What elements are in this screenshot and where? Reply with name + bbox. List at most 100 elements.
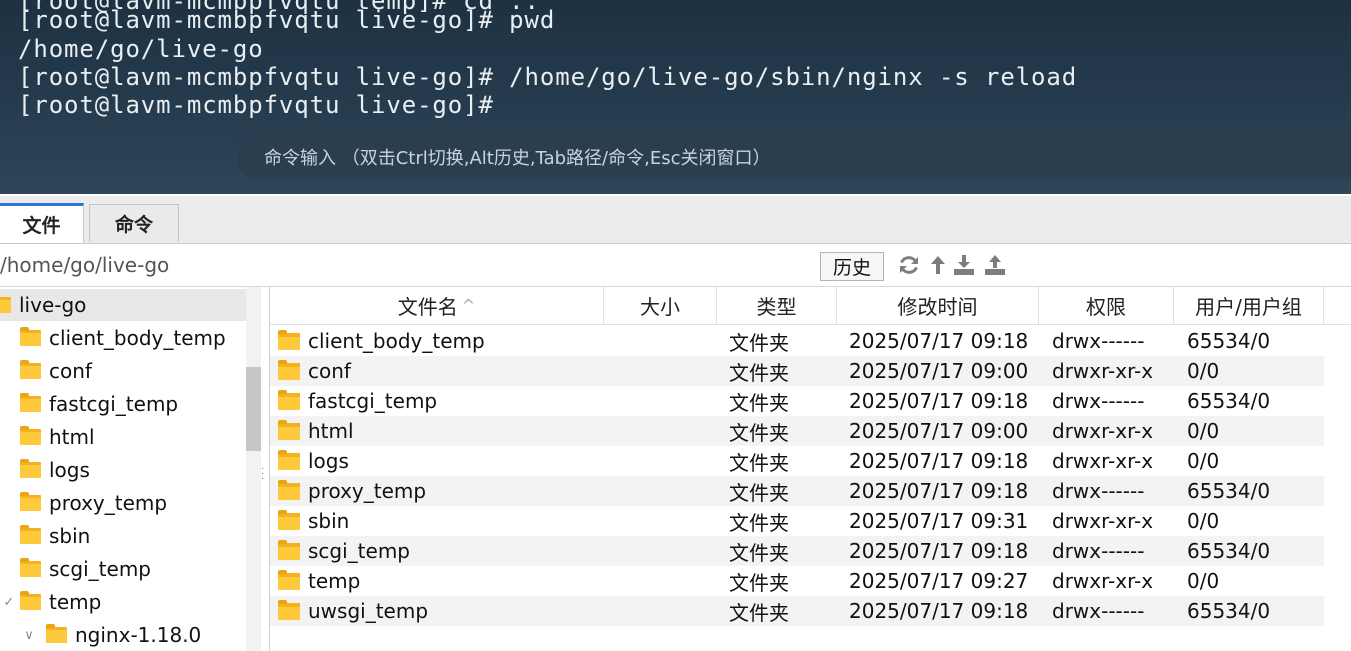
file-name: scgi_temp <box>308 539 410 563</box>
file-owner: 0/0 <box>1187 359 1220 383</box>
refresh-icon[interactable] <box>897 253 921 277</box>
table-row[interactable]: uwsgi_temp 文件夹 2025/07/17 09:18 drwx----… <box>270 596 1324 626</box>
up-icon[interactable] <box>926 253 950 277</box>
file-type: 文件夹 <box>729 570 789 595</box>
tree-item-label: nginx-1.18.0 <box>75 623 202 647</box>
file-type: 文件夹 <box>729 330 789 355</box>
table-row[interactable]: conf 文件夹 2025/07/17 09:00 drwxr-xr-x 0/0 <box>270 356 1324 386</box>
file-type: 文件夹 <box>729 480 789 505</box>
tree-item-label: client_body_temp <box>49 326 226 350</box>
file-name: sbin <box>308 509 350 533</box>
table-row[interactable]: sbin 文件夹 2025/07/17 09:31 drwxr-xr-x 0/0 <box>270 506 1324 536</box>
column-header-permissions[interactable]: 权限 <box>1039 287 1174 324</box>
tree-scrollbar-thumb[interactable] <box>246 367 261 451</box>
path-input[interactable] <box>0 250 815 280</box>
history-button[interactable]: 历史 <box>820 252 884 281</box>
tree-item-expanded[interactable]: ✓ temp <box>0 586 102 618</box>
folder-icon <box>278 329 300 350</box>
file-permissions: drwxr-xr-x <box>1052 419 1154 443</box>
tree-item-label: sbin <box>49 524 91 548</box>
column-header-name[interactable]: 文件名 ^ <box>270 287 604 324</box>
expand-caret-icon[interactable]: ✓ <box>0 595 18 610</box>
folder-icon <box>278 539 300 560</box>
table-row[interactable]: client_body_temp 文件夹 2025/07/17 09:18 dr… <box>270 326 1324 356</box>
file-permissions: drwxr-xr-x <box>1052 509 1154 533</box>
column-header-owner[interactable]: 用户/用户组 <box>1174 287 1324 324</box>
table-row[interactable]: scgi_temp 文件夹 2025/07/17 09:18 drwx-----… <box>270 536 1324 566</box>
tree-item-child[interactable]: ∨ nginx-1.18.0 <box>20 619 201 651</box>
folder-icon <box>278 359 300 380</box>
file-type: 文件夹 <box>729 510 789 535</box>
tab-commands[interactable]: 命令 <box>89 204 179 242</box>
path-bar: 历史 <box>0 244 1351 287</box>
file-type: 文件夹 <box>729 390 789 415</box>
file-name: html <box>308 419 354 443</box>
tab-bar: 文件 命令 <box>0 196 1351 244</box>
file-mtime: 2025/07/17 09:18 <box>849 599 1029 623</box>
file-mtime: 2025/07/17 09:31 <box>849 509 1029 533</box>
upload-icon[interactable] <box>983 253 1007 277</box>
tree-scrollbar[interactable] <box>246 287 261 651</box>
folder-icon <box>20 591 41 610</box>
file-type: 文件夹 <box>729 600 789 625</box>
table-row[interactable]: proxy_temp 文件夹 2025/07/17 09:18 drwx----… <box>270 476 1324 506</box>
tree-item-label: fastcgi_temp <box>49 392 179 416</box>
tree-item[interactable]: client_body_temp <box>20 322 226 354</box>
folder-icon <box>20 393 41 412</box>
file-permissions: drwxr-xr-x <box>1052 359 1154 383</box>
folder-icon <box>20 492 41 511</box>
file-owner: 0/0 <box>1187 449 1220 473</box>
file-owner: 65534/0 <box>1187 389 1271 413</box>
file-list-header: 文件名 ^ 大小 类型 修改时间 权限 用户/用户组 <box>270 287 1351 325</box>
table-row[interactable]: temp 文件夹 2025/07/17 09:27 drwxr-xr-x 0/0 <box>270 566 1324 596</box>
folder-icon <box>0 297 11 313</box>
file-name: temp <box>308 569 361 593</box>
folder-icon <box>278 479 300 500</box>
folder-icon <box>278 419 300 440</box>
terminal-line: [root@lavm-mcmbpfvqtu live-go]# <box>18 91 494 119</box>
tree-item[interactable]: logs <box>20 454 90 486</box>
tree-item[interactable]: fastcgi_temp <box>20 388 178 420</box>
tree-item[interactable]: proxy_temp <box>20 487 167 519</box>
folder-icon <box>278 569 300 590</box>
download-icon[interactable] <box>952 253 976 277</box>
file-mtime: 2025/07/17 09:18 <box>849 449 1029 473</box>
column-header-type[interactable]: 类型 <box>717 287 837 324</box>
tree-item[interactable]: html <box>20 421 95 453</box>
tab-files[interactable]: 文件 <box>0 203 84 243</box>
tree-item-label: live-go <box>19 293 87 317</box>
folder-icon <box>20 426 41 445</box>
file-permissions: drwxr-xr-x <box>1052 569 1154 593</box>
pane-splitter[interactable]: · · · <box>261 287 270 651</box>
file-type: 文件夹 <box>729 360 789 385</box>
tree-item[interactable]: scgi_temp <box>20 553 151 585</box>
file-mtime: 2025/07/17 09:00 <box>849 359 1029 383</box>
file-mtime: 2025/07/17 09:18 <box>849 539 1029 563</box>
file-permissions: drwxr-xr-x <box>1052 449 1154 473</box>
terminal-line: [root@lavm-mcmbpfvqtu live-go]# /home/go… <box>18 63 1078 91</box>
table-row[interactable]: fastcgi_temp 文件夹 2025/07/17 09:18 drwx--… <box>270 386 1324 416</box>
file-owner: 65534/0 <box>1187 479 1271 503</box>
chevron-down-icon[interactable]: ∨ <box>20 628 38 643</box>
file-name: uwsgi_temp <box>308 599 429 623</box>
tree-item-root[interactable]: live-go <box>0 289 246 321</box>
file-mtime: 2025/07/17 09:18 <box>849 329 1029 353</box>
file-mtime: 2025/07/17 09:18 <box>849 389 1029 413</box>
file-owner: 0/0 <box>1187 569 1220 593</box>
splitter-grip-icon: · · · <box>261 464 265 485</box>
tree-item-label: logs <box>49 458 90 482</box>
terminal-panel[interactable]: [root@lavm-mcmbpfvqtu temp]# cd .. [root… <box>0 0 1351 194</box>
tree-item-label: scgi_temp <box>49 557 151 581</box>
tree-item-label: temp <box>49 590 102 614</box>
column-header-size[interactable]: 大小 <box>604 287 717 324</box>
file-permissions: drwx------ <box>1052 329 1145 353</box>
tree-item[interactable]: sbin <box>20 520 90 552</box>
column-header-mtime[interactable]: 修改时间 <box>837 287 1039 324</box>
file-name: conf <box>308 359 351 383</box>
file-owner: 65534/0 <box>1187 539 1271 563</box>
table-row[interactable]: logs 文件夹 2025/07/17 09:18 drwxr-xr-x 0/0 <box>270 446 1324 476</box>
command-input-bar[interactable]: 命令输入 （双击Ctrl切换,Alt历史,Tab路径/命令,Esc关闭窗口） <box>238 133 1351 177</box>
directory-tree: live-go client_body_temp conf fastcgi_te… <box>0 287 246 651</box>
table-row[interactable]: html 文件夹 2025/07/17 09:00 drwxr-xr-x 0/0 <box>270 416 1324 446</box>
tree-item[interactable]: conf <box>20 355 92 387</box>
